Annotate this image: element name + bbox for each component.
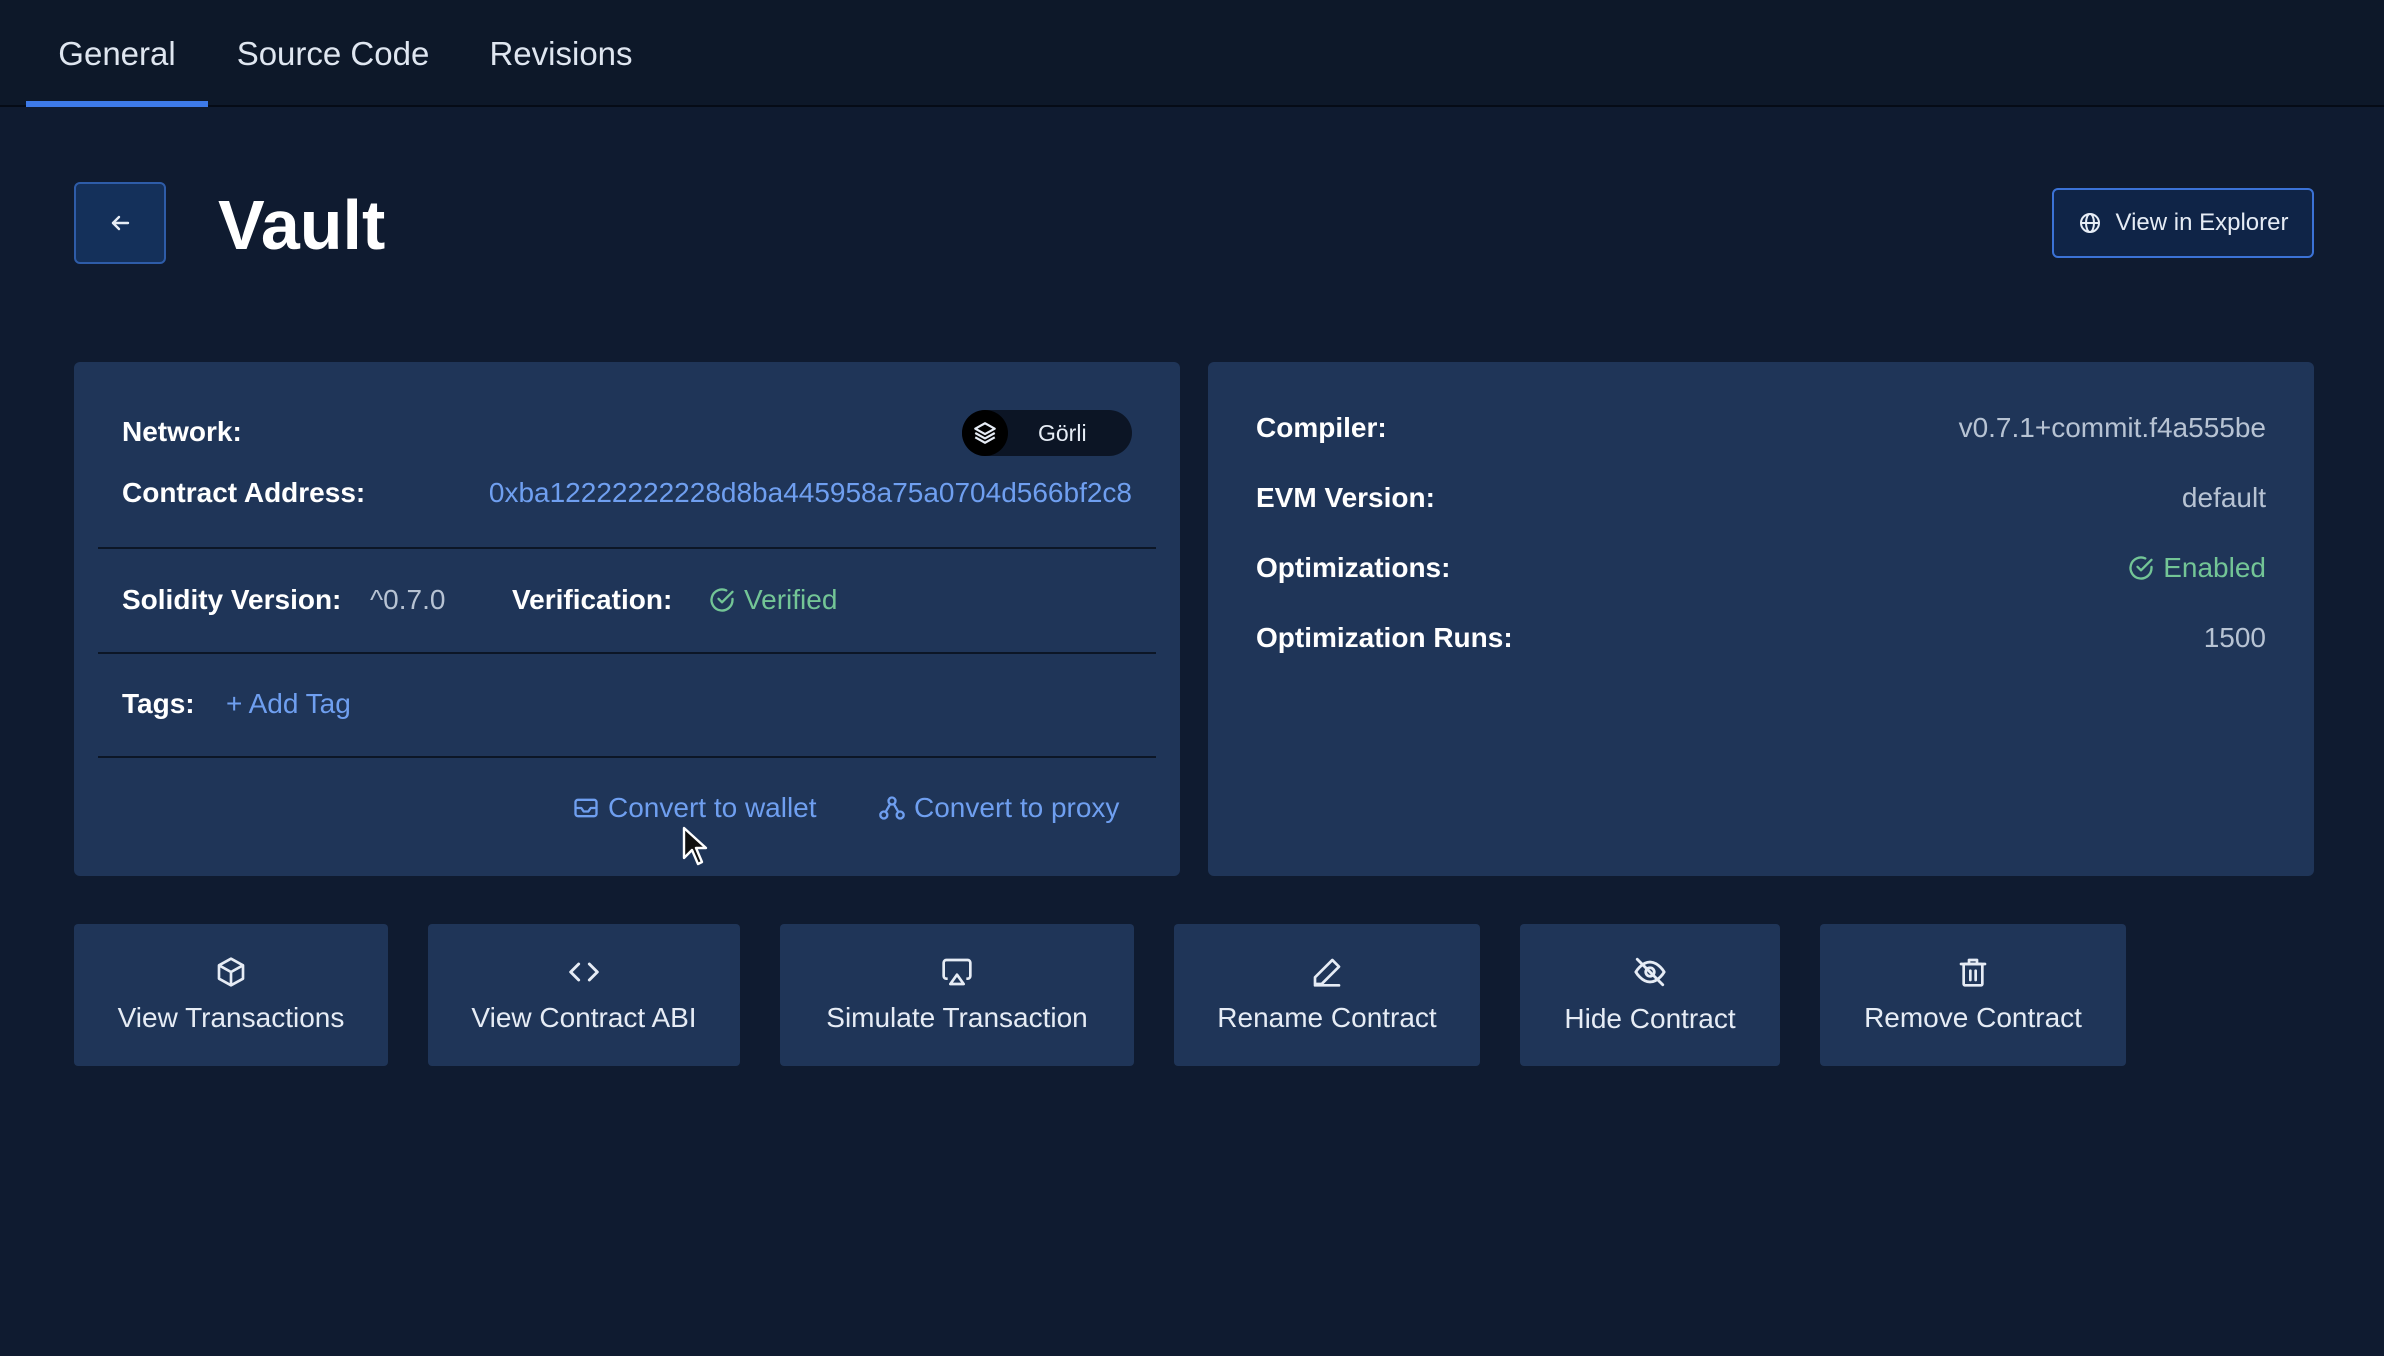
tab-source-code[interactable]: Source Code (222, 0, 444, 107)
optimization-runs-value: 1500 (2203, 622, 2266, 653)
divider (98, 547, 1156, 549)
tags-label: Tags: (122, 688, 195, 719)
view-transactions-label: View Transactions (117, 1002, 345, 1033)
evm-version-value: default (2181, 482, 2266, 513)
convert-to-proxy-button[interactable]: Convert to proxy (878, 792, 1119, 824)
inbox-icon (574, 798, 598, 818)
share-nodes-icon (879, 796, 905, 820)
network-label: Network: (122, 416, 242, 447)
network-name: Görli (1038, 419, 1087, 446)
compiler-card: Compiler: v0.7.1+commit.f4a555be EVM Ver… (1208, 362, 2314, 876)
solidity-version-label: Solidity Version: (122, 584, 342, 615)
view-in-explorer-label: View in Explorer (2115, 209, 2289, 236)
view-transactions-button[interactable]: View Transactions (74, 924, 388, 1066)
contract-details-card: Network: Görli Contract Address: 0xba122… (74, 362, 1180, 876)
optimizations-label: Optimizations: (1256, 552, 1451, 583)
evm-version-label: EVM Version: (1256, 482, 1435, 513)
tab-bar: General Source Code Revisions (0, 0, 2384, 107)
compiler-label: Compiler: (1256, 412, 1387, 443)
check-circle-icon (2129, 556, 2153, 580)
contract-address-label: Contract Address: (122, 477, 366, 508)
verification-label: Verification: (512, 584, 673, 615)
remove-contract-label: Remove Contract (1864, 1002, 2082, 1033)
network-badge: Görli (962, 410, 1132, 456)
tab-source-code-label: Source Code (236, 34, 430, 72)
pencil-icon (1313, 958, 1341, 987)
view-contract-abi-label: View Contract ABI (471, 1002, 697, 1033)
verification-status-text: Verified (744, 584, 838, 615)
solidity-version-value: ^0.7.0 (370, 584, 446, 615)
layers-icon (962, 410, 1008, 456)
convert-to-proxy-label: Convert to proxy (914, 792, 1120, 823)
tab-revisions[interactable]: Revisions (474, 0, 648, 107)
optimizations-status-text: Enabled (2163, 552, 2266, 583)
mouse-cursor-icon (682, 826, 708, 866)
remove-contract-button[interactable]: Remove Contract (1820, 924, 2126, 1066)
optimization-runs-label: Optimization Runs: (1256, 622, 1513, 653)
contract-address-link[interactable]: 0xba12222222228d8ba445958a75a0704d566bf2… (489, 477, 1132, 509)
page-title: Vault (218, 186, 386, 264)
airplay-icon (942, 958, 972, 986)
tab-revisions-label: Revisions (489, 34, 633, 72)
convert-to-wallet-button[interactable]: Convert to wallet (572, 792, 817, 824)
check-circle-icon (710, 588, 734, 612)
eye-off-icon (1634, 957, 1666, 987)
optimizations-status: Enabled (2127, 552, 2266, 584)
view-contract-abi-button[interactable]: View Contract ABI (428, 924, 740, 1066)
back-button[interactable] (74, 182, 166, 264)
convert-to-wallet-label: Convert to wallet (608, 792, 817, 823)
tab-general[interactable]: General (26, 0, 208, 107)
verification-status: Verified (708, 584, 837, 616)
compiler-value: v0.7.1+commit.f4a555be (1958, 412, 2266, 443)
add-tag-button[interactable]: + Add Tag (226, 688, 351, 720)
code-icon (569, 962, 599, 982)
tab-general-label: General (58, 34, 176, 72)
divider (98, 652, 1156, 654)
globe-icon (2079, 213, 2100, 233)
hide-contract-button[interactable]: Hide Contract (1520, 924, 1780, 1066)
simulate-transaction-button[interactable]: Simulate Transaction (780, 924, 1134, 1066)
view-in-explorer-button[interactable]: View in Explorer (2052, 188, 2314, 258)
simulate-transaction-label: Simulate Transaction (826, 1002, 1088, 1033)
cube-icon (217, 957, 245, 987)
rename-contract-button[interactable]: Rename Contract (1174, 924, 1480, 1066)
arrow-left-icon (111, 215, 130, 231)
hide-contract-label: Hide Contract (1564, 1003, 1736, 1034)
divider (98, 756, 1156, 758)
trash-icon (1959, 958, 1987, 987)
rename-contract-label: Rename Contract (1217, 1002, 1437, 1033)
